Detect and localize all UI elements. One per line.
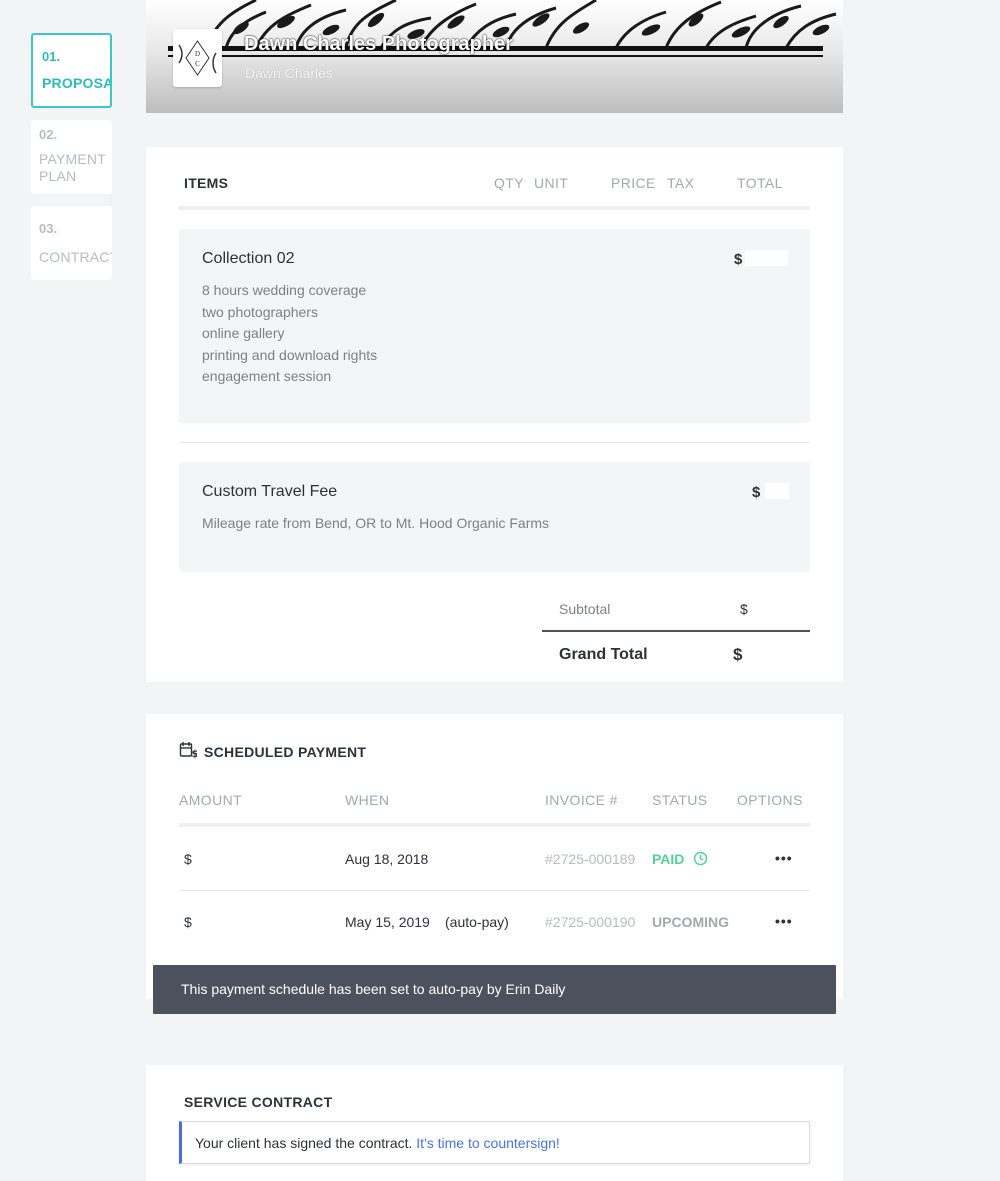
header-banner bbox=[146, 0, 843, 113]
col-total: TOTAL bbox=[737, 175, 783, 191]
payment-amount: $ bbox=[184, 851, 192, 867]
step-number: 03. bbox=[39, 221, 58, 236]
item-detail: online gallery bbox=[202, 325, 285, 341]
line-item[interactable]: Custom Travel Fee $ Mileage rate from Be… bbox=[179, 462, 810, 572]
calendar-dollar-icon: $ bbox=[179, 742, 198, 759]
svg-text:$: $ bbox=[192, 749, 198, 759]
step-label: PROPOSAL bbox=[42, 75, 110, 91]
item-name: Collection 02 bbox=[202, 250, 295, 267]
countersign-alert: Your client has signed the contract. It'… bbox=[179, 1121, 810, 1164]
invoice-link[interactable]: #2725-000189 bbox=[545, 851, 635, 867]
proposal-steps: 01. PROPOSAL 02. PAYMENT PLAN 03. CONTRA… bbox=[31, 33, 112, 292]
countersign-link[interactable]: It's time to countersign! bbox=[416, 1135, 560, 1151]
auto-pay-notice: This payment schedule has been set to au… bbox=[153, 965, 836, 1014]
total-rule bbox=[542, 630, 810, 632]
col-unit: UNIT bbox=[534, 175, 569, 191]
item-detail: 8 hours wedding coverage bbox=[202, 282, 367, 298]
auto-pay-note: (auto-pay) bbox=[445, 914, 509, 930]
item-details: Mileage rate from Bend, OR to Mt. Hood O… bbox=[202, 513, 549, 535]
subtotal-label: Subtotal bbox=[559, 601, 611, 617]
grand-total-label: Grand Total bbox=[559, 646, 648, 663]
col-when: WHEN bbox=[345, 792, 390, 808]
col-amount: AMOUNT bbox=[179, 792, 243, 808]
item-name: Custom Travel Fee bbox=[202, 483, 338, 500]
line-item[interactable]: Collection 02 $ 8 hours wedding coverage… bbox=[179, 229, 810, 423]
studio-name: Dawn Charles Photographer bbox=[244, 33, 513, 55]
studio-logo: D C bbox=[173, 29, 222, 87]
step-proposal[interactable]: 01. PROPOSAL bbox=[31, 33, 112, 108]
status-badge: UPCOMING bbox=[652, 914, 729, 930]
subtotal-value: $ bbox=[740, 601, 748, 617]
contract-message: Your client has signed the contract. bbox=[195, 1135, 413, 1151]
scheduled-payment-title: SCHEDULED PAYMENT bbox=[204, 744, 367, 760]
items-card: ITEMS QTY UNIT PRICE TAX TOTAL Collectio… bbox=[146, 147, 843, 682]
col-price: PRICE bbox=[611, 175, 656, 191]
service-contract-card: SERVICE CONTRACT Your client has signed … bbox=[146, 1065, 843, 1181]
header-divider bbox=[179, 823, 810, 827]
step-label-line2: PLAN bbox=[39, 168, 77, 184]
step-contract[interactable]: 03. CONTRACT bbox=[31, 206, 112, 280]
options-menu-button[interactable]: ••• bbox=[775, 913, 793, 929]
logo-letter-c: C bbox=[195, 60, 200, 68]
col-options: OPTIONS bbox=[737, 792, 803, 808]
redacted-amount bbox=[765, 483, 789, 499]
payment-date: May 15, 2019 bbox=[345, 914, 430, 930]
step-label: PAYMENT bbox=[39, 151, 106, 167]
col-qty: QTY bbox=[494, 175, 524, 191]
col-invoice: INVOICE # bbox=[545, 792, 618, 808]
step-payment-plan[interactable]: 02. PAYMENT PLAN bbox=[31, 120, 112, 194]
redacted-amount bbox=[745, 250, 788, 266]
options-menu-button[interactable]: ••• bbox=[775, 850, 793, 866]
item-detail: printing and download rights bbox=[202, 346, 378, 363]
item-total: $ bbox=[734, 251, 743, 268]
step-label: CONTRACT bbox=[39, 249, 112, 265]
item-divider bbox=[179, 442, 810, 443]
col-status: STATUS bbox=[652, 792, 708, 808]
status-badge: PAID bbox=[652, 851, 685, 867]
item-total: $ bbox=[752, 484, 761, 501]
service-contract-title: SERVICE CONTRACT bbox=[184, 1094, 333, 1110]
col-tax: TAX bbox=[667, 175, 695, 191]
item-detail: engagement session bbox=[202, 368, 332, 384]
invoice-link[interactable]: #2725-000190 bbox=[545, 914, 635, 930]
item-detail: two photographers bbox=[202, 303, 318, 320]
items-title: ITEMS bbox=[184, 175, 229, 191]
payment-amount: $ bbox=[184, 914, 192, 930]
header-divider bbox=[179, 206, 810, 210]
owner-name: Dawn Charles bbox=[245, 65, 333, 81]
payment-date: Aug 18, 2018 bbox=[345, 851, 429, 867]
item-detail: Mileage rate from Bend, OR to Mt. Hood O… bbox=[202, 515, 550, 531]
item-details: 8 hours wedding coverage two photographe… bbox=[202, 280, 377, 388]
grand-total-value: $ bbox=[733, 645, 743, 664]
scheduled-payment-card: $ SCHEDULED PAYMENT AMOUNT WHEN INVOICE … bbox=[146, 714, 843, 999]
row-divider bbox=[179, 890, 810, 891]
logo-mark-icon: D C bbox=[178, 40, 217, 76]
step-number: 01. bbox=[42, 49, 61, 64]
step-number: 02. bbox=[39, 127, 58, 142]
logo-letter-d: D bbox=[195, 50, 200, 58]
clock-icon bbox=[693, 851, 708, 866]
